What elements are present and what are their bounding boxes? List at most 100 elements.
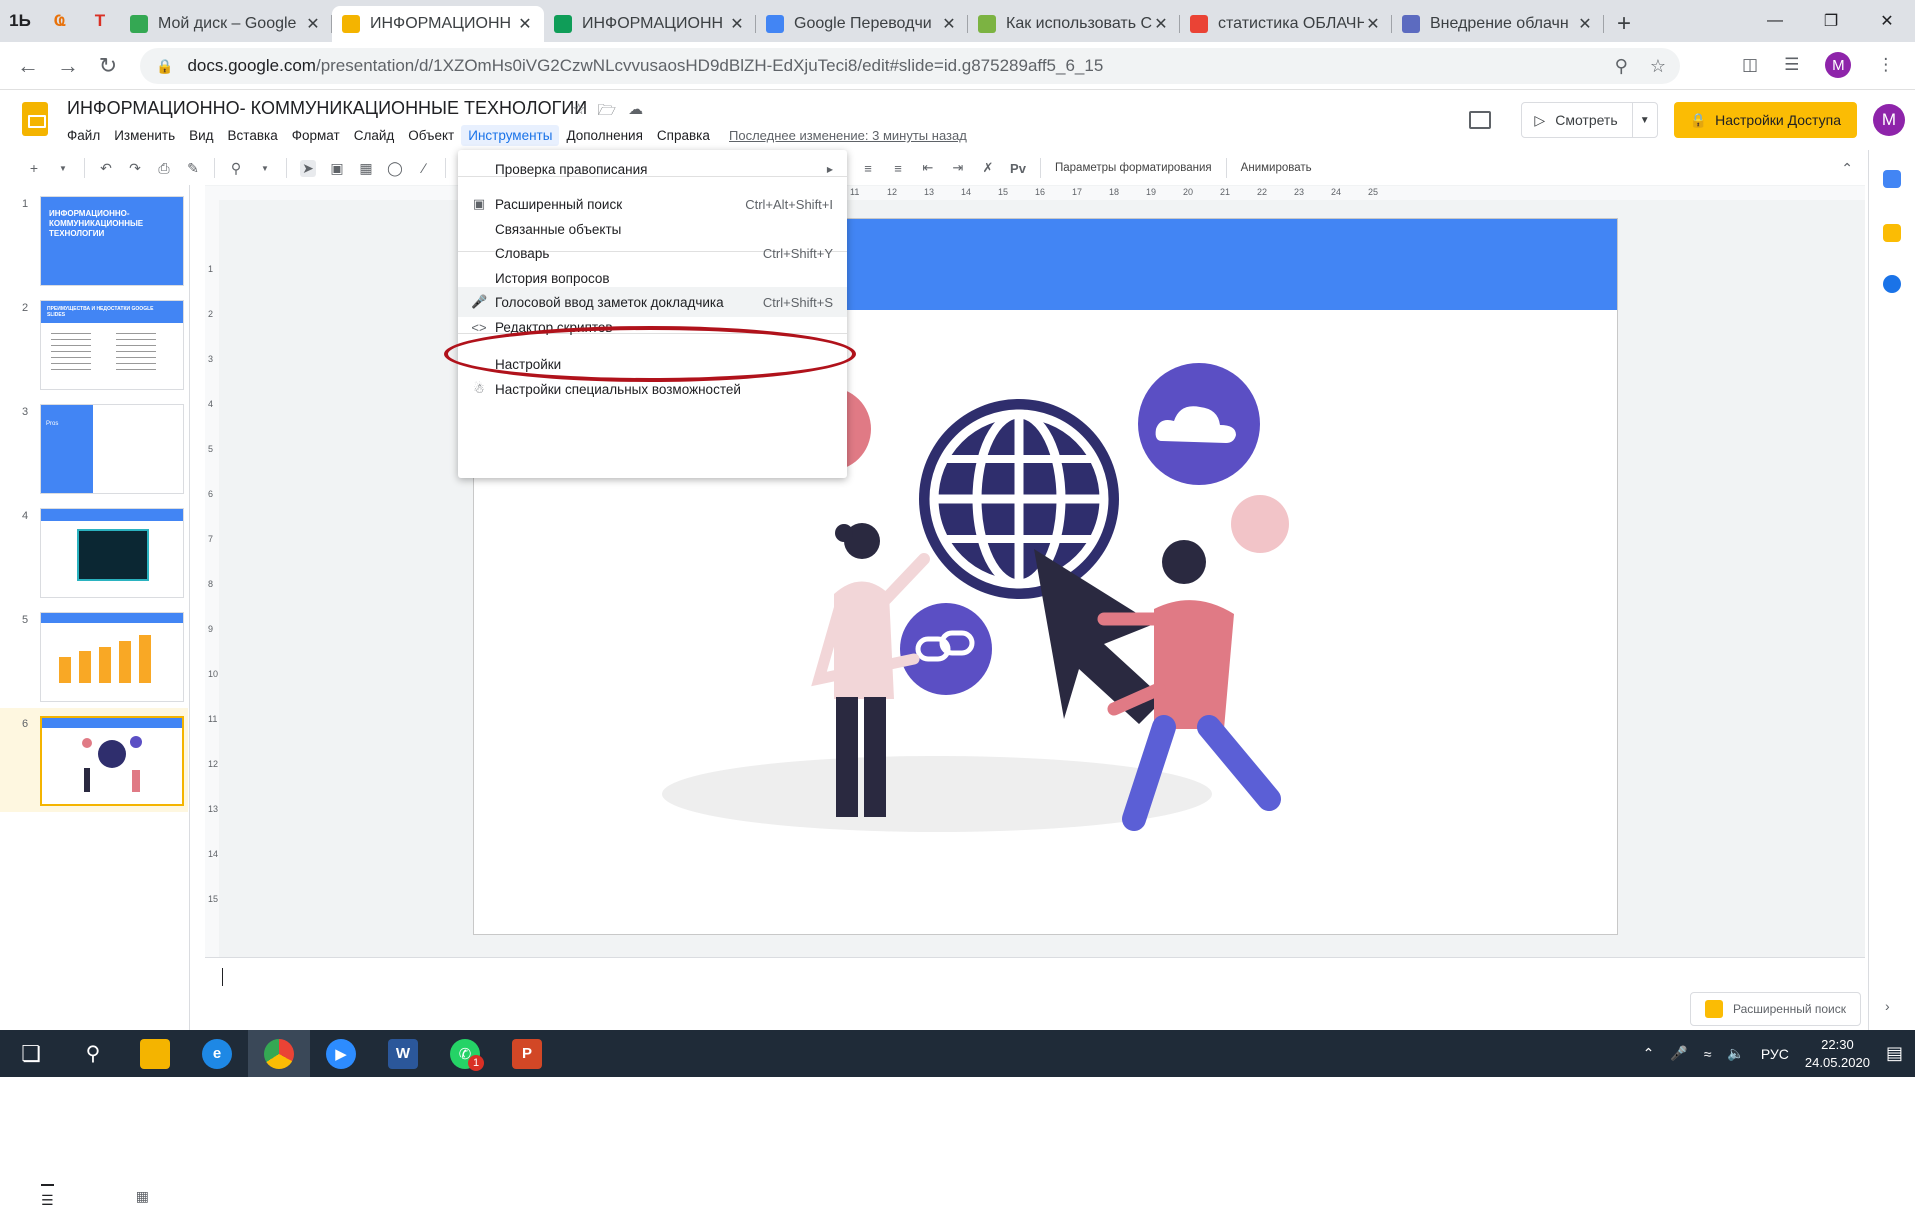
start-button[interactable]: ❏ [0, 1030, 62, 1077]
filmstrip-view-icon[interactable]: ☰ [41, 1183, 54, 1209]
numbered-list-icon[interactable]: ≡ [860, 161, 876, 176]
new-tab-button[interactable]: + [1604, 6, 1644, 42]
pinned-tab-1[interactable]: 1Ь [0, 0, 40, 42]
menu-item[interactable]: Изменить [107, 125, 182, 146]
new-slide-icon[interactable]: + [26, 160, 42, 176]
menu-item[interactable]: Дополнения [559, 125, 649, 146]
word-button[interactable]: W [372, 1030, 434, 1077]
browser-tab[interactable]: Google Переводчи ✕ [756, 6, 968, 42]
browser-tab[interactable]: ИНФОРМАЦИОНН ✕ [544, 6, 756, 42]
decrease-indent-icon[interactable]: ⇤ [920, 160, 936, 176]
language-indicator[interactable]: РУС [1761, 1046, 1789, 1062]
bookmark-star-icon[interactable]: ☆ [1650, 56, 1666, 77]
browser-tab[interactable]: ИНФОРМАЦИОНН ✕ [332, 6, 544, 42]
microphone-icon[interactable]: 🎤 [1670, 1045, 1687, 1062]
pinned-tab-2[interactable]: Ҩ [40, 0, 80, 42]
whatsapp-button[interactable]: ✆ 1 [434, 1030, 496, 1077]
print-icon[interactable]: ⎙ [156, 160, 172, 177]
increase-indent-icon[interactable]: ⇥ [950, 160, 966, 176]
menu-item[interactable]: Справка [650, 125, 717, 146]
menu-item[interactable]: Формат [285, 125, 347, 146]
slide-thumbnail[interactable]: 2 ПРЕИМУЩЕСТВА И НЕДОСТАТКИ GOOGLE SLIDES [0, 292, 188, 396]
notifications-icon[interactable]: ▤ [1886, 1043, 1903, 1064]
undo-icon[interactable]: ↶ [98, 160, 114, 177]
close-tab-icon[interactable]: ✕ [516, 14, 534, 34]
chrome-button[interactable] [248, 1030, 310, 1077]
slide-thumbnail[interactable]: 5 [0, 604, 188, 708]
animate-button[interactable]: Анимировать [1241, 162, 1312, 174]
menu-item[interactable]: Вид [182, 125, 220, 146]
browser-tab[interactable]: Как использовать С ✕ [968, 6, 1180, 42]
close-tab-icon[interactable]: ✕ [1576, 14, 1594, 34]
close-tab-icon[interactable]: ✕ [1152, 14, 1170, 34]
browser-tab[interactable]: статистика ОБЛАЧН ✕ [1180, 6, 1392, 42]
select-cursor-icon[interactable]: ➤ [300, 159, 316, 177]
move-folder-icon[interactable]: 🗁 [597, 100, 616, 125]
menu-item[interactable]: Объект [401, 125, 461, 146]
comment-history-icon[interactable] [1469, 111, 1492, 129]
reload-icon[interactable]: ↻ [88, 46, 128, 86]
browser-tab[interactable]: Внедрение облачн ✕ [1392, 6, 1604, 42]
expand-panel-icon[interactable]: › [1885, 998, 1890, 1014]
cloud-status-icon[interactable]: ☁ [628, 100, 643, 125]
pinned-tab-3[interactable]: T [80, 0, 120, 42]
share-button[interactable]: 🔒 Настройки Доступа [1673, 102, 1857, 138]
format-options-button[interactable]: Параметры форматирования [1055, 162, 1212, 174]
grid-view-icon[interactable]: ▦ [136, 1188, 149, 1205]
minimize-icon[interactable]: — [1747, 0, 1803, 42]
present-dropdown-icon[interactable]: ▼ [1633, 115, 1657, 126]
image-icon[interactable]: ▦ [358, 160, 374, 177]
media-icon[interactable]: ☰ [1784, 55, 1799, 75]
zoom-app-button[interactable]: ▶ [310, 1030, 372, 1077]
search-button[interactable]: ⚲ [62, 1030, 124, 1077]
slide-thumbnail[interactable]: 6 [0, 708, 188, 812]
menu-item[interactable]: Вставка [221, 125, 285, 146]
speaker-notes-input[interactable] [205, 957, 1865, 1030]
last-edit-link[interactable]: Последнее изменение: 3 минуты назад [729, 128, 967, 143]
slides-logo-icon[interactable] [22, 102, 48, 136]
volume-icon[interactable]: 🔈 [1727, 1045, 1744, 1062]
line-icon[interactable]: ∕ [416, 160, 432, 176]
keep-icon[interactable] [1883, 224, 1901, 242]
close-tab-icon[interactable]: ✕ [728, 14, 746, 34]
edge-button[interactable]: e [186, 1030, 248, 1077]
menu-item[interactable]: Слайд [347, 125, 402, 146]
slide-thumbnail[interactable]: 1 ИНФОРМАЦИОННО-КОММУНИКАЦИОННЫЕ ТЕХНОЛОГ… [0, 188, 188, 292]
dropdown-icon[interactable]: ▼ [55, 164, 71, 173]
menu-item[interactable]: Инструменты [461, 125, 560, 146]
tools-menu-item[interactable]: Проверка правописания ▶ [458, 154, 847, 184]
zoom-icon[interactable]: ⚲ [1615, 56, 1628, 77]
restore-icon[interactable]: ❐ [1803, 0, 1859, 42]
close-window-icon[interactable]: ✕ [1859, 0, 1915, 42]
slide-thumbnail[interactable]: 3 Pros [0, 396, 188, 500]
close-tab-icon[interactable]: ✕ [940, 14, 958, 34]
document-title[interactable]: ИНФОРМАЦИОННО- КОММУНИКАЦИОННЫЕ ТЕХНОЛОГ… [67, 98, 587, 119]
star-icon[interactable]: ☆ [572, 100, 585, 125]
bulleted-list-icon[interactable]: ≡ [890, 161, 906, 176]
explorer-button[interactable] [124, 1030, 186, 1077]
redo-icon[interactable]: ↷ [127, 160, 143, 177]
present-button[interactable]: ▷ Смотреть ▼ [1521, 102, 1658, 138]
close-tab-icon[interactable]: ✕ [1364, 14, 1382, 34]
chrome-menu-icon[interactable]: ⋮ [1877, 55, 1894, 75]
input-tools-icon[interactable]: Pv [1010, 161, 1026, 176]
textbox-icon[interactable]: ▣ [329, 160, 345, 177]
calendar-icon[interactable] [1883, 170, 1901, 188]
browser-tab[interactable]: Мой диск – Google ✕ [120, 6, 332, 42]
clock[interactable]: 22:30 24.05.2020 [1805, 1036, 1870, 1072]
shape-icon[interactable]: ◯ [387, 160, 403, 177]
tasks-icon[interactable] [1883, 275, 1901, 293]
zoom-icon[interactable]: ⚲ [228, 160, 244, 177]
account-avatar[interactable]: M [1873, 104, 1905, 136]
close-tab-icon[interactable]: ✕ [304, 14, 322, 34]
back-icon[interactable]: ← [8, 46, 48, 86]
forward-icon[interactable]: → [48, 46, 88, 86]
explore-button[interactable]: Расширенный поиск [1690, 992, 1861, 1026]
menu-item[interactable]: Файл [60, 125, 107, 146]
collapse-menu-icon[interactable]: ⌃ [1841, 160, 1853, 177]
url-input[interactable]: 🔒 docs.google.com /presentation/d/1XZOmH… [140, 48, 1680, 84]
slide-thumbnail[interactable]: 4 [0, 500, 188, 604]
extension-icon[interactable]: ◫ [1742, 55, 1758, 75]
paint-format-icon[interactable]: ✎ [185, 160, 201, 177]
wifi-icon[interactable]: ≈ [1704, 1046, 1712, 1062]
